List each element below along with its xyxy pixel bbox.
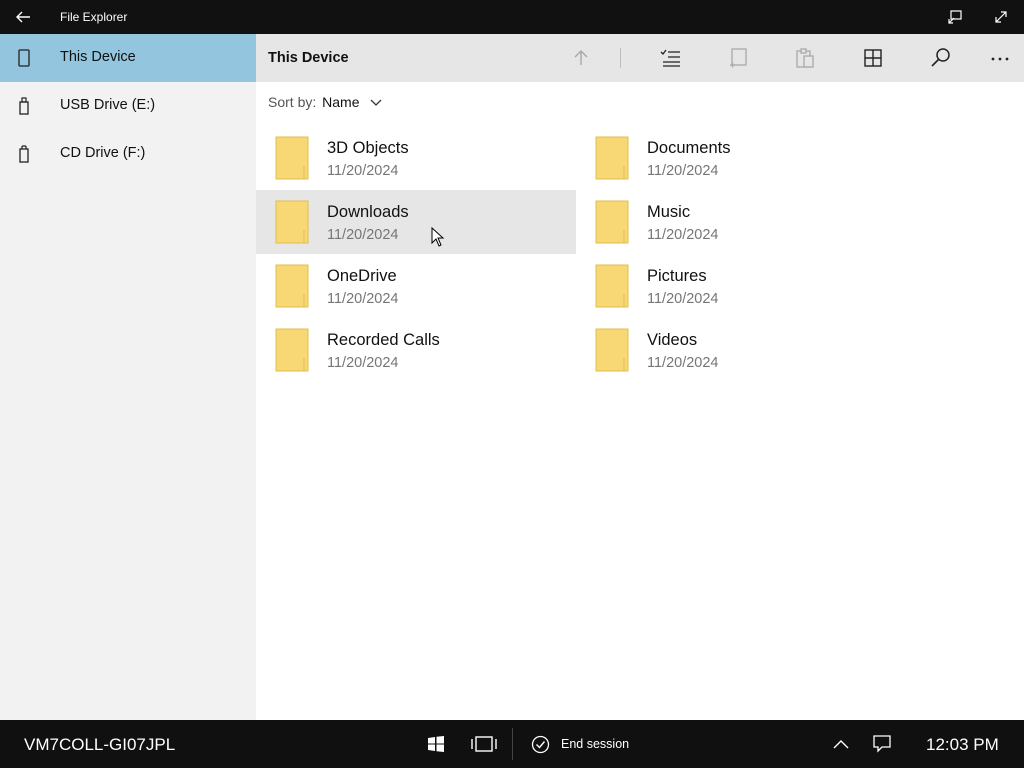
folder-date: 11/20/2024 [327, 355, 399, 371]
expand-icon[interactable] [993, 9, 1009, 25]
sort-value[interactable]: Name [322, 94, 359, 110]
folder-date: 11/20/2024 [327, 291, 399, 307]
up-arrow-icon[interactable] [569, 46, 593, 70]
folder-name: Pictures [647, 267, 707, 285]
usb-drive-icon [19, 97, 29, 115]
folder-icon [595, 200, 629, 244]
command-bar: This Device [256, 34, 1024, 82]
device-icon [18, 49, 30, 67]
host-name: VM7COLL-GI07JPL [24, 735, 176, 754]
new-folder-icon[interactable] [726, 46, 750, 70]
task-view-icon[interactable] [471, 735, 497, 753]
taskbar-divider [512, 728, 513, 760]
folder-item-music[interactable]: Music 11/20/2024 [576, 190, 896, 254]
chevron-up-icon[interactable] [832, 737, 850, 751]
more-icon[interactable] [988, 46, 1012, 70]
toolbar-divider [620, 48, 621, 68]
window-title: File Explorer [60, 10, 128, 24]
folder-name: 3D Objects [327, 139, 409, 157]
folder-icon [275, 328, 309, 372]
sort-label: Sort by: [268, 94, 317, 110]
folder-icon [595, 264, 629, 308]
search-icon[interactable] [929, 46, 953, 70]
nav-item-usb-drive[interactable]: USB Drive (E:) [0, 82, 256, 130]
end-session-button[interactable]: End session [561, 737, 629, 751]
folder-item-onedrive[interactable]: OneDrive 11/20/2024 [256, 254, 576, 318]
folder-name: Documents [647, 139, 731, 157]
folder-item-downloads[interactable]: Downloads 11/20/2024 [256, 190, 576, 254]
folder-item-documents[interactable]: Documents 11/20/2024 [576, 126, 896, 190]
folder-name: Music [647, 203, 691, 221]
folder-name: Recorded Calls [327, 331, 440, 349]
folder-item-pictures[interactable]: Pictures 11/20/2024 [576, 254, 896, 318]
folder-item-recorded-calls[interactable]: Recorded Calls 11/20/2024 [256, 318, 576, 382]
folder-icon [275, 200, 309, 244]
windows-start-icon[interactable] [427, 735, 445, 753]
title-bar: File Explorer [0, 0, 1024, 34]
folder-date: 11/20/2024 [647, 355, 719, 371]
paste-icon[interactable] [793, 46, 817, 70]
nav-item-label: CD Drive (F:) [60, 145, 146, 161]
nav-item-label: This Device [60, 49, 136, 65]
select-icon[interactable] [658, 46, 682, 70]
folder-item-videos[interactable]: Videos 11/20/2024 [576, 318, 896, 382]
folder-name: OneDrive [327, 267, 397, 285]
chevron-down-icon [370, 99, 382, 107]
sort-control[interactable]: Sort by: Name [268, 94, 383, 110]
nav-item-label: USB Drive (E:) [60, 97, 156, 113]
notifications-icon[interactable] [873, 734, 891, 753]
folder-icon [595, 136, 629, 180]
folder-date: 11/20/2024 [647, 163, 719, 179]
cd-drive-icon [19, 145, 29, 163]
check-circle-icon[interactable] [531, 735, 550, 754]
folder-icon [275, 136, 309, 180]
clock[interactable]: 12:03 PM [926, 735, 999, 755]
folder-icon [275, 264, 309, 308]
taskbar: VM7COLL-GI07JPL End session 12:03 PM [0, 720, 1024, 768]
folder-date: 11/20/2024 [327, 163, 399, 179]
folder-icon [595, 328, 629, 372]
folder-date: 11/20/2024 [327, 227, 399, 243]
back-arrow-icon[interactable] [14, 8, 32, 26]
nav-item-this-device[interactable]: This Device [0, 34, 256, 82]
folder-item-3d-objects[interactable]: 3D Objects 11/20/2024 [256, 126, 576, 190]
mouse-pointer-icon [431, 227, 445, 247]
view-icon[interactable] [861, 46, 885, 70]
folder-name: Downloads [327, 203, 409, 221]
compact-overlay-icon[interactable] [947, 9, 963, 25]
nav-item-cd-drive[interactable]: CD Drive (F:) [0, 130, 256, 178]
navigation-pane: This Device USB Drive (E:) CD Drive (F:) [0, 34, 256, 720]
folder-name: Videos [647, 331, 698, 349]
folder-date: 11/20/2024 [647, 227, 719, 243]
current-location: This Device [268, 50, 349, 66]
folder-date: 11/20/2024 [647, 291, 719, 307]
